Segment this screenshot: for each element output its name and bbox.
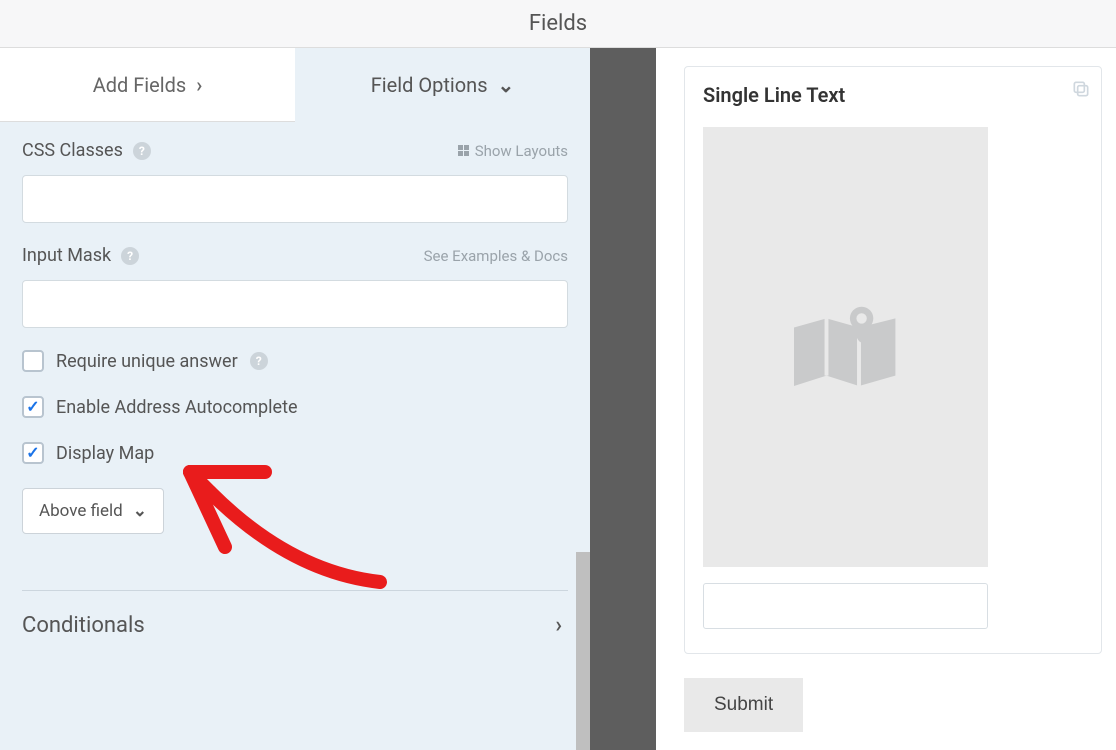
- grid-icon: [458, 145, 469, 156]
- preview-pane: Single Line Text Submit: [656, 48, 1116, 750]
- checkbox-icon: [22, 350, 44, 372]
- chevron-right-icon: ›: [555, 613, 562, 638]
- chevron-right-icon: ›: [196, 73, 202, 97]
- input-mask-label: Input Mask: [22, 245, 111, 266]
- help-icon[interactable]: ?: [250, 352, 268, 370]
- conditionals-label: Conditionals: [22, 613, 145, 638]
- chevron-down-icon: ⌄: [498, 73, 515, 97]
- tab-field-options[interactable]: Field Options ⌄: [295, 48, 590, 122]
- divider: [22, 590, 568, 591]
- enable-autocomplete-checkbox[interactable]: Enable Address Autocomplete: [22, 396, 568, 418]
- preview-field-card[interactable]: Single Line Text: [684, 66, 1102, 654]
- show-layouts-label: Show Layouts: [475, 142, 568, 160]
- scrollbar[interactable]: [576, 122, 590, 750]
- checkbox-icon: [22, 442, 44, 464]
- input-mask-input[interactable]: [22, 280, 568, 328]
- map-position-select[interactable]: Above field ⌄: [22, 488, 164, 534]
- examples-docs-label: See Examples & Docs: [424, 247, 568, 265]
- preview-text-input[interactable]: [703, 583, 988, 629]
- display-map-label: Display Map: [56, 443, 154, 464]
- submit-button[interactable]: Submit: [684, 678, 803, 732]
- scrollbar-thumb[interactable]: [576, 552, 590, 750]
- page-title: Fields: [529, 11, 587, 36]
- panel-gutter: [590, 48, 656, 750]
- map-position-value: Above field: [39, 501, 123, 521]
- require-unique-label: Require unique answer: [56, 351, 238, 372]
- tab-field-options-label: Field Options: [371, 73, 488, 97]
- map-pin-icon: [781, 282, 911, 412]
- conditionals-section[interactable]: Conditionals ›: [22, 611, 568, 658]
- page-header: Fields: [0, 0, 1116, 48]
- duplicate-icon[interactable]: [1071, 79, 1091, 103]
- chevron-down-icon: ⌄: [133, 501, 147, 521]
- map-placeholder: [703, 127, 988, 567]
- tab-add-fields[interactable]: Add Fields ›: [0, 48, 295, 122]
- require-unique-checkbox[interactable]: Require unique answer ?: [22, 350, 568, 372]
- tab-add-fields-label: Add Fields: [93, 73, 187, 97]
- css-classes-input[interactable]: [22, 175, 568, 223]
- checkbox-icon: [22, 396, 44, 418]
- help-icon[interactable]: ?: [121, 247, 139, 265]
- examples-docs-link[interactable]: See Examples & Docs: [424, 247, 568, 265]
- show-layouts-link[interactable]: Show Layouts: [458, 142, 568, 160]
- annotation-arrow-icon: [170, 452, 410, 612]
- css-classes-label: CSS Classes: [22, 140, 123, 161]
- enable-autocomplete-label: Enable Address Autocomplete: [56, 397, 298, 418]
- preview-field-title: Single Line Text: [703, 83, 1083, 107]
- help-icon[interactable]: ?: [133, 142, 151, 160]
- display-map-checkbox[interactable]: Display Map: [22, 442, 568, 464]
